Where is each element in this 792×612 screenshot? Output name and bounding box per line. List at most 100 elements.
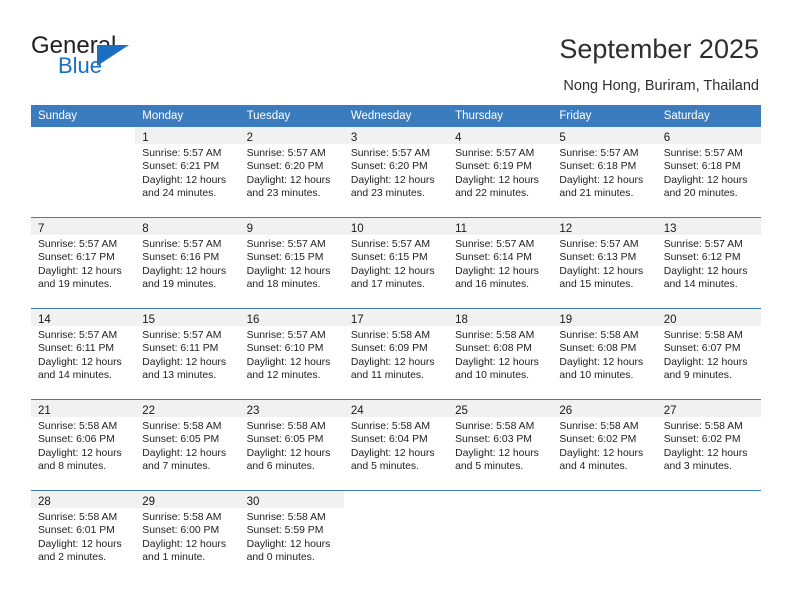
daylight-line-2: and 6 minutes. (246, 460, 315, 472)
sunset-line: Sunset: 5:59 PM (246, 525, 324, 537)
day-cell-inner[interactable]: 21 Sunrise: 5:58 AM Sunset: 6:06 PM Dayl… (31, 400, 136, 490)
day-number: 14 (38, 314, 51, 326)
sunset-line: Sunset: 6:20 PM (246, 161, 324, 173)
daylight-line-2: and 3 minutes. (663, 460, 732, 472)
day-cell-inner[interactable]: 5 Sunrise: 5:57 AM Sunset: 6:18 PM Dayli… (552, 127, 657, 217)
sunrise-line: Sunrise: 5:58 AM (38, 421, 118, 432)
daylight-line-2: and 11 minutes. (350, 369, 425, 381)
day-number-band: 28 (31, 491, 136, 508)
calendar-page: General Blue September 2025 Nong Hong, B… (0, 0, 792, 612)
daylight-line-2: and 21 minutes. (559, 187, 634, 199)
daylight-line-1: Daylight: 12 hours (559, 447, 644, 459)
day-cell-inner[interactable]: 7 Sunrise: 5:57 AM Sunset: 6:17 PM Dayli… (31, 218, 136, 308)
daylight-line-1: Daylight: 12 hours (142, 356, 227, 368)
sunset-line: Sunset: 6:07 PM (663, 343, 741, 355)
sunset-line: Sunset: 6:18 PM (663, 161, 741, 173)
daylight-line-2: and 12 minutes. (246, 369, 321, 381)
sunrise-line: Sunrise: 5:57 AM (246, 148, 326, 159)
day-cell-inner[interactable]: 12 Sunrise: 5:57 AM Sunset: 6:13 PM Dayl… (552, 218, 657, 308)
day-cell: 29 Sunrise: 5:58 AM Sunset: 6:00 PM Dayl… (135, 490, 240, 581)
day-cell: 8 Sunrise: 5:57 AM Sunset: 6:16 PM Dayli… (135, 217, 240, 309)
calendar-table: Sunday Monday Tuesday Wednesday Thursday… (31, 105, 761, 581)
day-cell: 6 Sunrise: 5:57 AM Sunset: 6:18 PM Dayli… (656, 127, 761, 218)
day-cell-inner[interactable]: 18 Sunrise: 5:58 AM Sunset: 6:08 PM Dayl… (448, 309, 553, 399)
day-cell-inner[interactable]: 11 Sunrise: 5:57 AM Sunset: 6:14 PM Dayl… (448, 218, 553, 308)
calendar-header-row: Sunday Monday Tuesday Wednesday Thursday… (31, 105, 761, 127)
day-cell-inner[interactable] (448, 491, 552, 581)
day-info: Sunrise: 5:57 AM Sunset: 6:14 PM Dayligh… (448, 235, 552, 291)
day-cell-inner[interactable] (31, 127, 135, 217)
sunrise-line: Sunrise: 5:58 AM (663, 330, 743, 341)
day-cell-inner[interactable]: 24 Sunrise: 5:58 AM Sunset: 6:04 PM Dayl… (343, 400, 449, 490)
day-number-band: 8 (135, 218, 240, 235)
daylight-line-1: Daylight: 12 hours (38, 538, 122, 550)
day-cell-inner[interactable]: 30 Sunrise: 5:58 AM Sunset: 5:59 PM Dayl… (239, 491, 344, 581)
day-cell-inner[interactable]: 10 Sunrise: 5:57 AM Sunset: 6:15 PM Dayl… (343, 218, 449, 308)
sunrise-line: Sunrise: 5:57 AM (455, 148, 535, 159)
sunrise-line: Sunrise: 5:57 AM (142, 148, 222, 159)
day-number: 4 (455, 132, 462, 144)
day-cell-inner[interactable]: 15 Sunrise: 5:57 AM Sunset: 6:11 PM Dayl… (135, 309, 240, 399)
day-cell-inner[interactable]: 23 Sunrise: 5:58 AM Sunset: 6:05 PM Dayl… (239, 400, 344, 490)
day-number: 6 (663, 132, 671, 144)
day-number: 13 (663, 223, 677, 235)
sunset-line: Sunset: 6:14 PM (455, 252, 532, 264)
sunset-line: Sunset: 6:05 PM (246, 434, 324, 446)
day-cell-inner[interactable] (344, 491, 448, 581)
sunrise-line: Sunrise: 5:58 AM (246, 512, 326, 523)
day-cell-inner[interactable]: 27 Sunrise: 5:58 AM Sunset: 6:02 PM Dayl… (656, 400, 761, 490)
day-number: 26 (559, 405, 573, 417)
daylight-line-2: and 14 minutes. (38, 369, 112, 381)
day-cell-inner[interactable]: 19 Sunrise: 5:58 AM Sunset: 6:08 PM Dayl… (552, 309, 657, 399)
day-cell-inner[interactable]: 14 Sunrise: 5:57 AM Sunset: 6:11 PM Dayl… (31, 309, 136, 399)
day-cell-inner[interactable]: 26 Sunrise: 5:58 AM Sunset: 6:02 PM Dayl… (552, 400, 657, 490)
day-cell-inner[interactable]: 16 Sunrise: 5:57 AM Sunset: 6:10 PM Dayl… (239, 309, 344, 399)
daylight-line-2: and 10 minutes. (559, 369, 634, 381)
day-cell-inner[interactable]: 3 Sunrise: 5:57 AM Sunset: 6:20 PM Dayli… (343, 127, 449, 217)
general-blue-logo[interactable]: General Blue (31, 33, 201, 81)
sunset-line: Sunset: 6:17 PM (38, 252, 115, 264)
day-cell-inner[interactable] (657, 491, 761, 581)
day-number-band: 22 (135, 400, 240, 417)
daylight-line-2: and 1 minute. (142, 551, 206, 563)
sunrise-line: Sunrise: 5:57 AM (38, 330, 118, 341)
day-cell-inner[interactable]: 8 Sunrise: 5:57 AM Sunset: 6:16 PM Dayli… (135, 218, 240, 308)
daylight-line-2: and 15 minutes. (559, 278, 634, 290)
day-cell-inner[interactable]: 20 Sunrise: 5:58 AM Sunset: 6:07 PM Dayl… (656, 309, 761, 399)
daylight-line-1: Daylight: 12 hours (559, 265, 644, 277)
sunrise-line: Sunrise: 5:57 AM (246, 330, 326, 341)
daylight-line-2: and 0 minutes. (246, 551, 315, 563)
day-cell-inner[interactable]: 9 Sunrise: 5:57 AM Sunset: 6:15 PM Dayli… (239, 218, 344, 308)
day-cell-inner[interactable]: 29 Sunrise: 5:58 AM Sunset: 6:00 PM Dayl… (135, 491, 240, 581)
sunrise-line: Sunrise: 5:57 AM (455, 239, 535, 250)
day-cell-inner[interactable]: 17 Sunrise: 5:58 AM Sunset: 6:09 PM Dayl… (343, 309, 449, 399)
daylight-line-1: Daylight: 12 hours (455, 265, 539, 277)
daylight-line-2: and 20 minutes. (663, 187, 738, 199)
day-number-band: 13 (656, 218, 761, 235)
day-info: Sunrise: 5:57 AM Sunset: 6:20 PM Dayligh… (240, 144, 344, 200)
day-cell-inner[interactable]: 2 Sunrise: 5:57 AM Sunset: 6:20 PM Dayli… (239, 127, 344, 217)
day-cell-inner[interactable]: 28 Sunrise: 5:58 AM Sunset: 6:01 PM Dayl… (31, 491, 136, 581)
sunrise-line: Sunrise: 5:57 AM (559, 239, 639, 250)
day-info: Sunrise: 5:57 AM Sunset: 6:10 PM Dayligh… (240, 326, 344, 382)
day-cell: 26 Sunrise: 5:58 AM Sunset: 6:02 PM Dayl… (552, 399, 657, 491)
day-cell-inner[interactable] (552, 491, 656, 581)
day-cell-inner[interactable]: 25 Sunrise: 5:58 AM Sunset: 6:03 PM Dayl… (448, 400, 553, 490)
day-number-band (448, 491, 552, 508)
sunrise-line: Sunrise: 5:57 AM (663, 239, 743, 250)
day-cell-inner[interactable]: 4 Sunrise: 5:57 AM Sunset: 6:19 PM Dayli… (448, 127, 553, 217)
day-number: 30 (246, 496, 260, 508)
day-number: 1 (142, 132, 149, 144)
day-cell-inner[interactable]: 13 Sunrise: 5:57 AM Sunset: 6:12 PM Dayl… (656, 218, 761, 308)
day-cell: 21 Sunrise: 5:58 AM Sunset: 6:06 PM Dayl… (31, 399, 136, 491)
day-cell: 5 Sunrise: 5:57 AM Sunset: 6:18 PM Dayli… (552, 127, 657, 218)
day-cell-inner[interactable]: 1 Sunrise: 5:57 AM Sunset: 6:21 PM Dayli… (135, 127, 240, 217)
weekday-header-monday: Monday (135, 105, 240, 127)
day-number-band: 10 (343, 218, 449, 235)
daylight-line-2: and 13 minutes. (142, 369, 217, 381)
sunset-line: Sunset: 6:00 PM (142, 525, 220, 537)
day-cell: 17 Sunrise: 5:58 AM Sunset: 6:09 PM Dayl… (343, 308, 449, 400)
day-cell-inner[interactable]: 22 Sunrise: 5:58 AM Sunset: 6:05 PM Dayl… (135, 400, 240, 490)
sunrise-line: Sunrise: 5:57 AM (350, 148, 430, 159)
day-cell-inner[interactable]: 6 Sunrise: 5:57 AM Sunset: 6:18 PM Dayli… (656, 127, 761, 217)
